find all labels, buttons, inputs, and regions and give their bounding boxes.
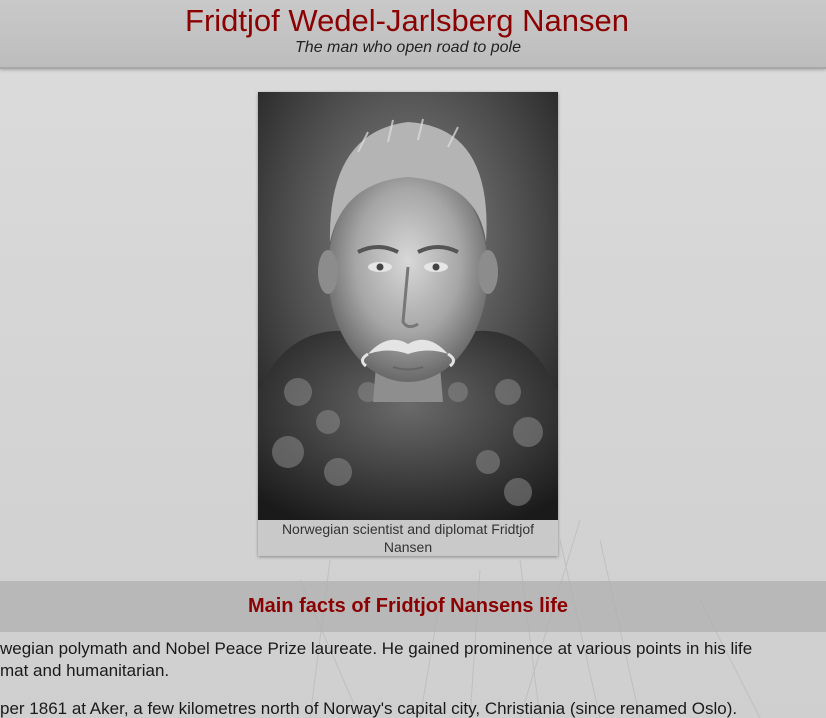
paragraph-line: per 1861 at Aker, a few kilometres north…	[0, 699, 738, 718]
paragraph-line: wegian polymath and Nobel Peace Prize la…	[0, 639, 753, 658]
page-subtitle: The man who open road to pole	[295, 39, 521, 56]
section-title: Main facts of Fridtjof Nansens life	[247, 595, 569, 617]
page-header: Fridtjof Wedel-Jarlsberg Nansen The man …	[0, 0, 826, 69]
portrait-caption: Norwegian scientist and diplomat Fridtjo…	[281, 521, 535, 555]
paragraph-line: mat and humanitarian.	[0, 661, 170, 680]
portrait-figure: Norwegian scientist and diplomat Fridtjo…	[258, 92, 558, 556]
portrait-photo	[258, 92, 558, 520]
page-title: Fridtjof Wedel-Jarlsberg Nansen	[185, 3, 629, 38]
